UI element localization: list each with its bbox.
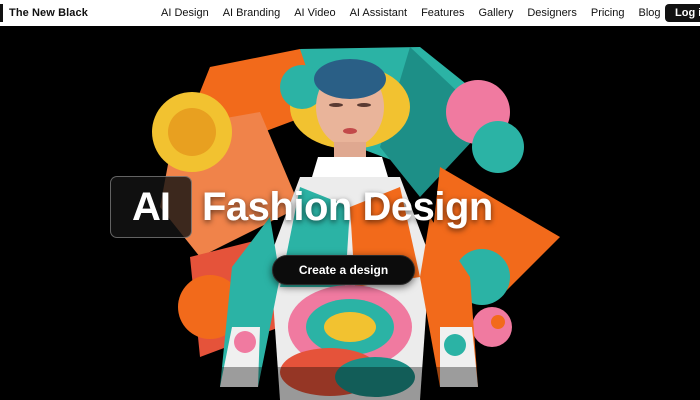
nav-link-blog[interactable]: Blog (638, 7, 660, 19)
nav-link-ai-assistant[interactable]: AI Assistant (350, 7, 407, 19)
nav-link-pricing[interactable]: Pricing (591, 7, 625, 19)
brand-mark-icon (0, 4, 3, 22)
login-button[interactable]: Log i (665, 4, 700, 22)
brand-logo[interactable]: The New Black (0, 0, 88, 26)
nav-links: AI Design AI Branding AI Video AI Assist… (161, 0, 675, 26)
hero-section: AI Fashion Design Create a design (0, 27, 700, 400)
headline-text: Fashion Design (202, 184, 493, 229)
create-design-button[interactable]: Create a design (272, 255, 415, 285)
nav-link-designers[interactable]: Designers (527, 7, 577, 19)
nav-link-ai-design[interactable]: AI Design (161, 7, 209, 19)
nav-link-ai-video[interactable]: AI Video (294, 7, 335, 19)
nav-link-gallery[interactable]: Gallery (478, 7, 513, 19)
top-navbar: The New Black AI Design AI Branding AI V… (0, 0, 700, 26)
nav-link-features[interactable]: Features (421, 7, 464, 19)
headline-ai-badge: AI (110, 176, 192, 238)
brand-name: The New Black (9, 7, 88, 19)
hero-headline: AI Fashion Design (110, 176, 493, 238)
nav-link-ai-branding[interactable]: AI Branding (223, 7, 280, 19)
